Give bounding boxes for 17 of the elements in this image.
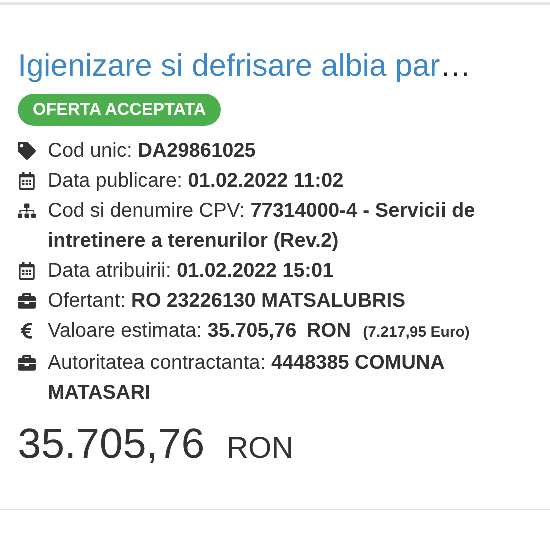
status-badge: OFERTA ACCEPTATA xyxy=(18,94,222,126)
detail-text: Autoritatea contractanta: 4448385 COMUNA MATASARI xyxy=(48,351,446,406)
calendar-icon xyxy=(18,262,36,280)
detail-text: Data atribuirii: 01.02.2022 15:01 xyxy=(48,259,334,284)
detail-text: Ofertant: RO 23226130 MATSALUBRIS xyxy=(48,289,406,314)
detail-text: Valoare estimata: 35.705,76 RON (7.217,95 Euro) xyxy=(48,319,470,344)
detail-text: Cod si denumire CPV: 77314000-4 - Servicii de intretinere a terenurilor (Rev.2) xyxy=(48,199,476,254)
tag-icon xyxy=(18,142,36,160)
price-amount: 35.705,76 xyxy=(18,420,205,468)
card-title[interactable]: Igienizare si defrisare albia par… xyxy=(18,47,530,85)
detail-text: Cod unic: DA29861025 xyxy=(48,139,256,164)
detail-text: Data publicare: 01.02.2022 11:02 xyxy=(48,169,344,194)
price-currency: RON xyxy=(226,431,294,467)
calendar-icon xyxy=(18,172,36,190)
briefcase-icon xyxy=(18,292,36,310)
briefcase-icon xyxy=(18,354,36,372)
sitemap-icon xyxy=(18,202,36,220)
